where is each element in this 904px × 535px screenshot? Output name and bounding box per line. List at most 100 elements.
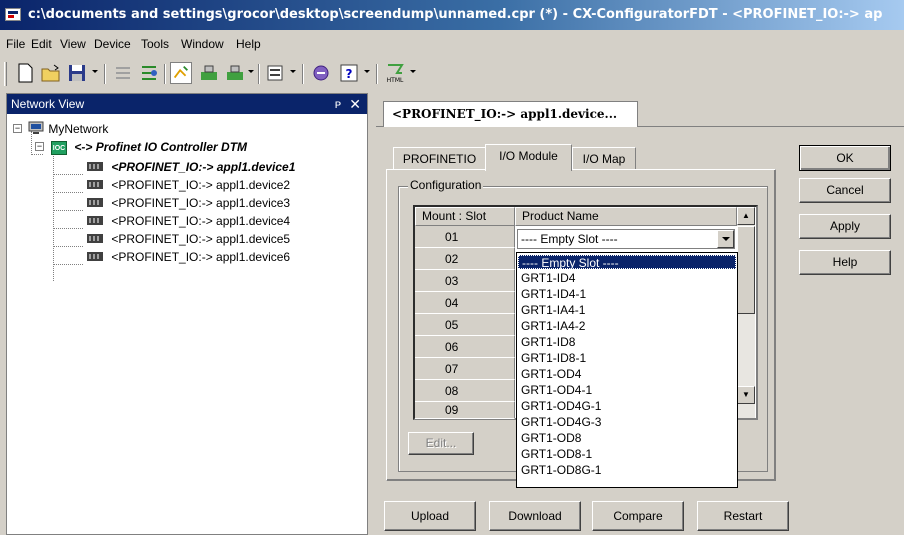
diagnostics-icon[interactable] [310, 62, 332, 84]
dropdown-option[interactable]: GRT1-ID4 [518, 271, 736, 285]
collapse-root-toggle[interactable]: − [13, 124, 22, 133]
tree-line [53, 192, 83, 193]
compare-button[interactable]: Compare [592, 501, 684, 531]
tree-node-device-label: <PROFINET_IO:-> appl1.device3 [111, 196, 291, 210]
help-dropdown-arrow[interactable] [364, 70, 370, 73]
svg-text:HTML: HTML [387, 77, 404, 84]
menu-file[interactable]: File [6, 37, 25, 51]
device-download-icon[interactable] [224, 62, 246, 84]
save-icon[interactable] [66, 62, 88, 84]
connect-icon[interactable] [170, 62, 192, 84]
menu-window[interactable]: Window [181, 37, 224, 51]
scroll-down-icon[interactable]: ▼ [737, 386, 755, 404]
tree-node-device[interactable]: <PROFINET_IO:-> appl1.device1 [85, 158, 295, 176]
dropdown-option[interactable]: GRT1-ID8-1 [518, 351, 736, 365]
window-title: c:\documents and settings\grocor\desktop… [28, 7, 883, 22]
open-folder-icon[interactable] [40, 62, 62, 84]
restart-button[interactable]: Restart [697, 501, 789, 531]
device-icon [87, 234, 103, 243]
product-name-combo-value: ---- Empty Slot ---- [521, 232, 618, 246]
toolbar-separator [104, 64, 106, 84]
html-dropdown-arrow[interactable] [410, 70, 416, 73]
tree-node-device[interactable]: <PROFINET_IO:-> appl1.device5 [85, 230, 290, 248]
tree-node-controller[interactable]: IOC <-> Profinet IO Controller DTM [51, 138, 247, 156]
dropdown-option[interactable]: GRT1-IA4-1 [518, 303, 736, 317]
tab-io-module[interactable]: I/O Module [485, 144, 572, 171]
upload-button[interactable]: Upload [384, 501, 476, 531]
disabled-tool-icon[interactable] [112, 62, 134, 84]
toolbar-separator [376, 64, 378, 84]
collapse-controller-toggle[interactable]: − [35, 142, 44, 151]
grid-slot-cell[interactable]: 02 [415, 248, 515, 270]
network-icon [28, 121, 44, 134]
tree-node-device[interactable]: <PROFINET_IO:-> appl1.device6 [85, 248, 290, 266]
menu-device[interactable]: Device [94, 37, 131, 51]
product-name-combo[interactable]: ---- Empty Slot ---- [517, 229, 735, 249]
catalog-dropdown-arrow[interactable] [290, 70, 296, 73]
close-icon[interactable]: ✕ [349, 94, 361, 114]
html-export-icon[interactable]: HTML [384, 62, 406, 84]
grid-slot-cell[interactable]: 06 [415, 336, 515, 358]
tree-node-device[interactable]: <PROFINET_IO:-> appl1.device2 [85, 176, 290, 194]
menu-tools[interactable]: Tools [141, 37, 169, 51]
menu-edit[interactable]: Edit [31, 37, 52, 51]
dropdown-option[interactable]: GRT1-OD8-1 [518, 447, 736, 461]
svg-text:?: ? [346, 67, 353, 81]
device-upload-icon[interactable] [198, 62, 220, 84]
tab-profinetio[interactable]: PROFINETIO [393, 147, 486, 170]
app-icon [5, 8, 21, 21]
dropdown-option[interactable]: GRT1-OD4G-3 [518, 415, 736, 429]
device-dropdown-arrow[interactable] [248, 70, 254, 73]
menu-help[interactable]: Help [236, 37, 261, 51]
grid-slot-cell[interactable]: 09 [415, 402, 515, 419]
toolbar-separator [258, 64, 260, 84]
tree-line [53, 150, 54, 281]
chevron-down-icon[interactable] [717, 230, 734, 248]
tree-node-device-label: <PROFINET_IO:-> appl1.device6 [111, 250, 291, 264]
document-tab[interactable]: <PROFINET_IO:-> appl1.device... [383, 101, 638, 127]
menu-view[interactable]: View [60, 37, 86, 51]
download-button[interactable]: Download [489, 501, 581, 531]
network-tool-icon[interactable] [138, 62, 160, 84]
dropdown-option[interactable]: GRT1-IA4-2 [518, 319, 736, 333]
dropdown-option[interactable]: GRT1-ID4-1 [518, 287, 736, 301]
grid-slot-cell[interactable]: 05 [415, 314, 515, 336]
cancel-button[interactable]: Cancel [799, 178, 891, 203]
grid-slot-cell[interactable]: 04 [415, 292, 515, 314]
dropdown-option[interactable]: GRT1-OD4 [518, 367, 736, 381]
help-icon[interactable]: ? [338, 62, 360, 84]
grid-scroll-thumb[interactable] [737, 226, 755, 314]
grid-slot-cell[interactable]: 03 [415, 270, 515, 292]
dropdown-option[interactable]: GRT1-OD4-1 [518, 383, 736, 397]
toolbar-grip[interactable] [4, 62, 7, 86]
configuration-group-label: Configuration [408, 178, 484, 192]
edit-button[interactable]: Edit... [408, 432, 474, 455]
column-header-product[interactable]: Product Name [515, 207, 737, 226]
grid-slot-cell[interactable]: 01 [415, 226, 515, 248]
dropdown-option[interactable]: GRT1-OD8G-1 [518, 463, 736, 477]
column-header-slot[interactable]: Mount : Slot [415, 207, 515, 226]
menu-bar: File Edit View Device Tools Window Help [0, 30, 904, 56]
tree-line [53, 246, 83, 247]
tab-io-map[interactable]: I/O Map [572, 147, 636, 170]
dropdown-option[interactable]: ---- Empty Slot ---- [518, 255, 736, 270]
scroll-up-icon[interactable]: ▲ [737, 207, 755, 225]
tree-line [31, 154, 43, 155]
tree-node-device[interactable]: <PROFINET_IO:-> appl1.device3 [85, 194, 290, 212]
device-icon [87, 252, 103, 261]
help-button[interactable]: Help [799, 250, 891, 275]
grid-slot-cell[interactable]: 08 [415, 380, 515, 402]
grid-slot-cell[interactable]: 07 [415, 358, 515, 380]
dropdown-option[interactable]: GRT1-OD8 [518, 431, 736, 445]
dropdown-option[interactable]: GRT1-OD4G-1 [518, 399, 736, 413]
save-dropdown-arrow[interactable] [92, 70, 98, 73]
pin-icon[interactable]: ᴘ [335, 94, 341, 114]
tree-node-controller-label: <-> Profinet IO Controller DTM [74, 140, 248, 154]
tree-node-device[interactable]: <PROFINET_IO:-> appl1.device4 [85, 212, 290, 230]
apply-button[interactable]: Apply [799, 214, 891, 239]
catalog-icon[interactable] [264, 62, 286, 84]
ok-button[interactable]: OK [799, 145, 891, 171]
dropdown-option[interactable]: GRT1-ID8 [518, 335, 736, 349]
tree-node-root[interactable]: MyNetwork [27, 120, 108, 138]
new-file-icon[interactable] [14, 62, 36, 84]
